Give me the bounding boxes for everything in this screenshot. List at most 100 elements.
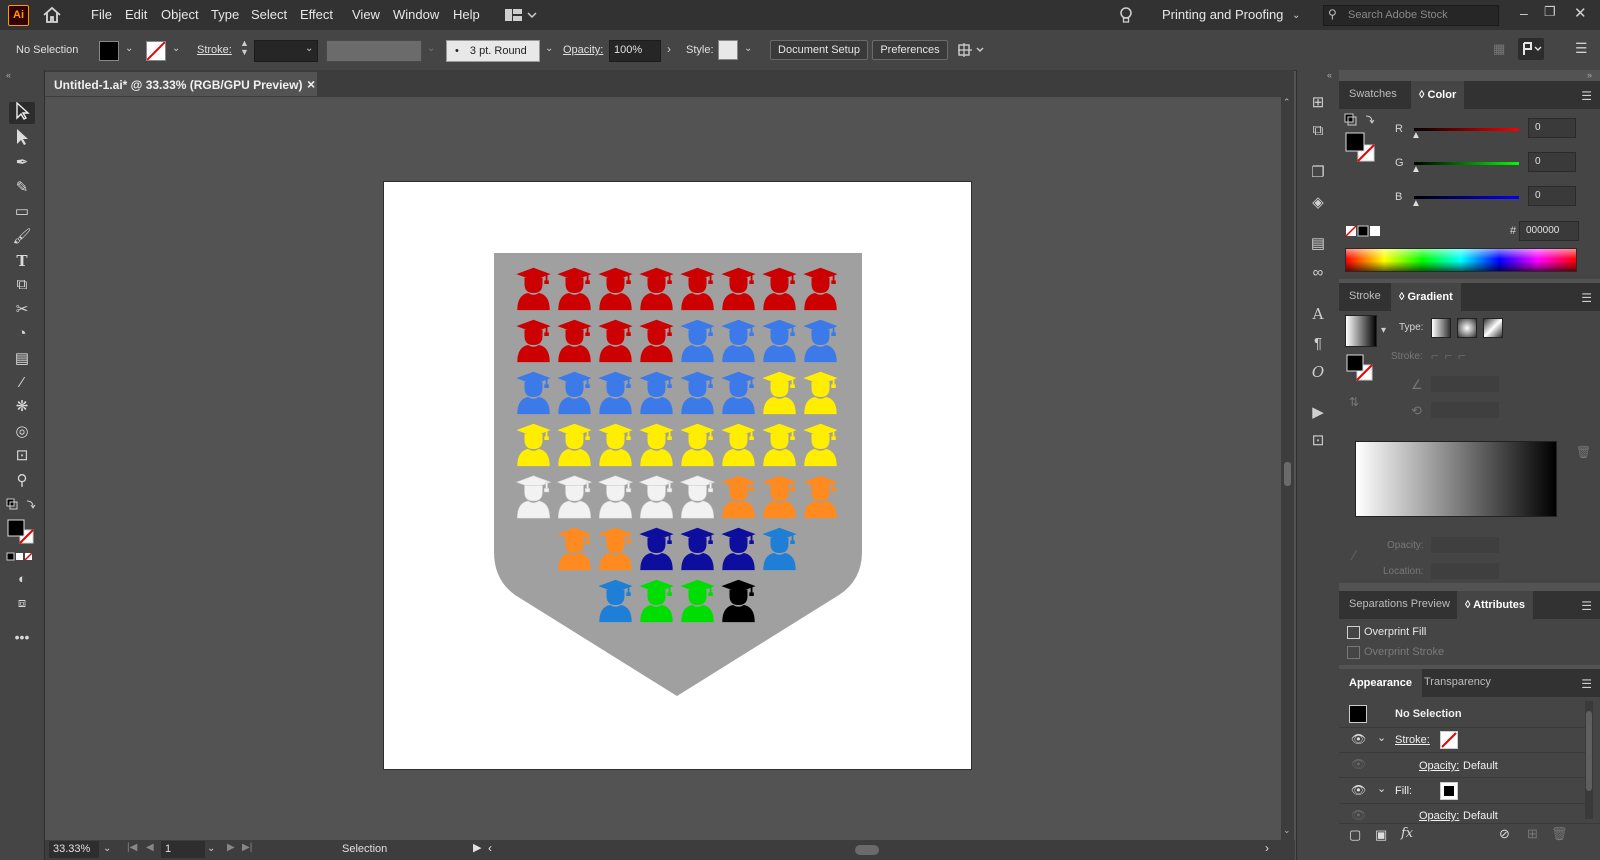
artboard[interactable] [383,181,972,770]
document-info-panel-icon[interactable]: ⊡ [1306,430,1330,452]
status-menu-arrow-icon[interactable]: ▶ [473,841,481,854]
gradient-fill-stroke-indicator[interactable] [1345,353,1375,383]
tab-stroke[interactable]: Stroke [1349,290,1381,302]
collapse-toolbar-icon[interactable]: « [6,70,11,80]
paintbrush-tool-icon[interactable]: 🖌 [9,226,35,248]
chevron-down-icon[interactable]: ⌄ [1292,10,1300,21]
radial-gradient-button[interactable] [1457,318,1477,338]
tab-color[interactable]: ◊ Color [1411,81,1465,109]
collapse-dock-icon[interactable]: « [1327,70,1332,80]
symbol-sprayer-tool-icon[interactable]: ❋ [9,396,35,418]
search-field[interactable]: ⚲ Search Adobe Stock [1323,5,1499,26]
stroke-opacity-label[interactable]: Opacity: [1419,760,1459,772]
lightbulb-icon[interactable] [1117,6,1135,24]
fill-swatch[interactable] [99,41,119,61]
artboards-panel-icon[interactable]: ❐ [1306,162,1330,184]
stroke-expand-chevron-icon[interactable]: ⌄ [1377,731,1386,744]
workspace-switcher[interactable]: Printing and Proofing [1162,7,1283,22]
overprint-stroke-checkbox[interactable] [1347,646,1360,659]
gradient-opacity-input[interactable] [1431,537,1499,553]
artboard-number-input[interactable]: 1 [161,841,205,858]
b-input[interactable]: 0 [1528,186,1576,206]
scroll-down-icon[interactable]: ⌄ [1283,825,1291,836]
close-tab-icon[interactable]: × [307,76,315,92]
document-tab[interactable]: Untitled-1.ai* @ 33.33% (RGB/GPU Preview… [45,72,317,96]
artboard-chevron-icon[interactable]: ⌄ [207,843,215,854]
fill-expand-chevron-icon[interactable]: ⌄ [1377,782,1386,795]
type-tool-icon[interactable]: T [9,250,35,272]
eyedropper-icon[interactable]: ⁄ [1353,547,1355,563]
fill-chevron-icon[interactable]: ⌄ [125,43,133,54]
r-input[interactable]: 0 [1528,118,1576,138]
scroll-right-icon[interactable]: › [1265,841,1269,855]
next-artboard-icon[interactable]: ▶ [227,842,235,853]
fill-opacity-eye-icon[interactable]: 👁 [1351,808,1366,822]
previous-artboard-icon[interactable]: ◀ [146,842,154,853]
home-icon[interactable] [42,5,62,25]
stroke-swatch[interactable] [146,41,166,61]
stroke-stepper-icon[interactable]: ▲ ▼ [240,39,249,57]
brush-definition[interactable]: • 3 pt. Round [446,40,540,62]
color-mode-icons[interactable] [6,551,36,561]
g-slider[interactable] [1414,162,1519,165]
color-fill-stroke-indicator[interactable] [1344,131,1378,165]
shape-builder-tool-icon[interactable]: ◔ [9,323,35,345]
swap-colors-icon[interactable] [1344,113,1378,127]
artboard-tool-icon[interactable]: ⊡ [9,445,35,467]
blend-tool-icon[interactable]: ◎ [9,421,35,443]
appearance-stroke-label[interactable]: Stroke: [1395,734,1430,746]
pen-tool-icon[interactable]: ✒ [9,152,35,174]
add-fill-icon[interactable]: ▣ [1375,827,1387,843]
restore-icon[interactable]: ❐ [1544,4,1556,20]
eyedropper-tool-icon[interactable]: ⁄ [9,372,35,394]
menu-object[interactable]: Object [161,7,199,22]
vertical-scrollbar[interactable]: ⌃ ⌄ [1281,97,1294,840]
draw-mode-icon[interactable]: ◐ [9,568,35,590]
last-artboard-icon[interactable]: ▶| [242,842,252,853]
links-panel-icon[interactable]: ∞ [1306,262,1330,284]
stroke-weight-chevron-icon[interactable]: ⌄ [305,43,313,54]
variable-width-profile[interactable] [326,40,422,62]
default-fill-stroke-icon[interactable] [6,498,36,512]
layers-panel-icon[interactable]: ◈ [1306,192,1330,214]
tab-transparency[interactable]: Transparency [1424,676,1491,688]
scroll-up-icon[interactable]: ⌃ [1283,97,1291,108]
opentype-panel-icon[interactable]: O [1306,361,1330,383]
attributes-panel-menu-icon[interactable]: ☰ [1581,599,1592,613]
paragraph-panel-icon[interactable]: ¶ [1306,333,1330,355]
fill-opacity-label[interactable]: Opacity: [1419,810,1459,822]
gradient-slider-preview[interactable] [1355,441,1557,517]
menu-type[interactable]: Type [211,7,239,22]
tab-appearance[interactable]: Appearance [1339,669,1422,697]
scroll-left-icon[interactable]: ‹ [488,841,492,855]
properties-toggle-icon[interactable] [1518,38,1544,60]
opacity-arrow-icon[interactable]: › [667,42,671,56]
hex-input[interactable]: 000000 [1519,221,1579,241]
rectangle-tool-icon[interactable]: ▭ [9,201,35,223]
clear-appearance-icon[interactable]: ⊘ [1499,826,1510,842]
direct-selection-tool-icon[interactable] [9,128,35,150]
add-stroke-icon[interactable]: ▢ [1349,827,1361,843]
menu-view[interactable]: View [352,7,380,22]
gradient-tool-icon[interactable]: ▤ [9,348,35,370]
linear-gradient-button[interactable] [1431,318,1451,338]
fill-visibility-eye-icon[interactable]: 👁 [1351,783,1366,797]
menu-file[interactable]: File [91,7,112,22]
style-chevron-icon[interactable]: ⌄ [744,43,752,54]
b-slider-handle[interactable]: ▲ [1411,198,1421,209]
brush-chevron-icon[interactable]: ⌄ [545,43,553,54]
zoom-chevron-icon[interactable]: ⌄ [103,843,111,854]
freeform-gradient-button[interactable] [1483,318,1503,338]
stroke-visibility-eye-icon[interactable]: 👁 [1351,732,1366,746]
aspect-ratio-input[interactable] [1431,402,1499,418]
zoom-input[interactable]: 33.33% [49,841,99,858]
b-slider[interactable] [1414,196,1519,199]
panel-menu-icon[interactable]: ☰ [1575,40,1588,57]
tab-swatches[interactable]: Swatches [1349,88,1397,100]
menu-window[interactable]: Window [393,7,439,22]
tab-attributes[interactable]: ◊ Attributes [1457,591,1534,619]
close-window-icon[interactable]: ✕ [1574,4,1587,22]
delete-item-icon[interactable]: 🗑 [1551,826,1568,842]
stroke-opacity-eye-icon[interactable]: 👁 [1351,757,1366,771]
grid-icon[interactable]: ▦ [1493,41,1505,57]
